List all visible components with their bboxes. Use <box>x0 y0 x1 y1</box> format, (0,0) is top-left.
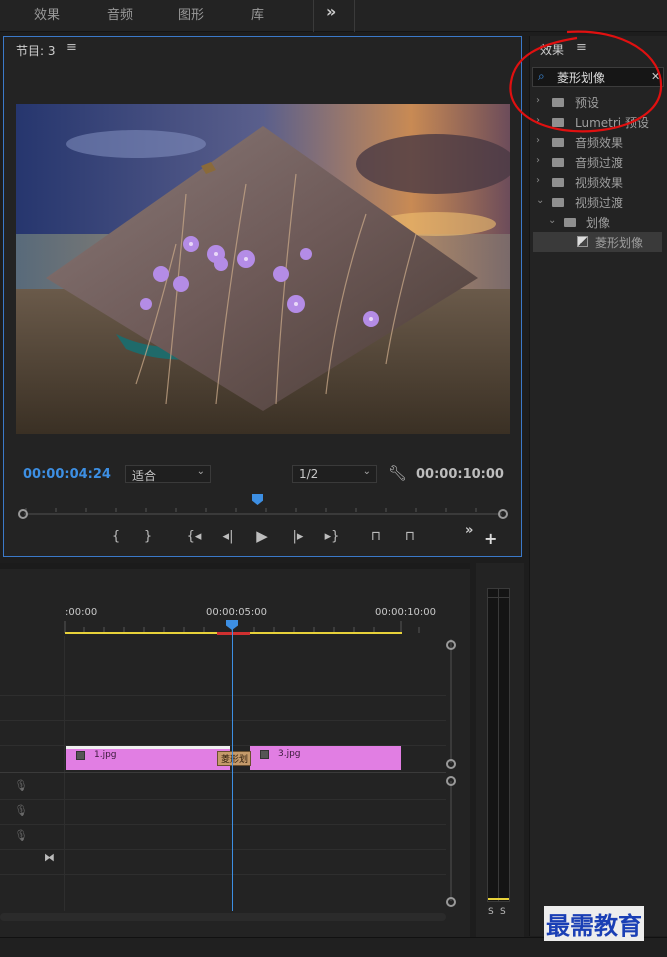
overflow-icon[interactable]: » <box>465 523 473 538</box>
clip-name: 1.jpg <box>94 750 117 760</box>
collapse-arrow-icon[interactable]: ⌄ <box>548 215 556 226</box>
folder-icon <box>552 138 564 147</box>
play-icon[interactable]: ▶ <box>252 527 272 545</box>
timeline-playhead-line <box>232 629 233 911</box>
master-track-icon[interactable]: ⧓ <box>44 851 55 864</box>
tree-item-label: 菱形划像 <box>595 236 644 250</box>
track-separator <box>0 849 446 850</box>
folder-icon <box>552 178 564 187</box>
step-back-icon[interactable]: ◂| <box>218 529 238 544</box>
transition-icon <box>577 236 588 247</box>
workspace-separator <box>313 0 314 32</box>
workspace-separator <box>354 0 355 32</box>
tree-item-label: 视频效果 <box>575 176 624 190</box>
workspace-tab-audio[interactable]: 音频 <box>107 4 133 23</box>
video-audio-divider <box>0 772 446 773</box>
track-separator <box>0 720 446 721</box>
workspace-tab-graphics[interactable]: 图形 <box>178 4 204 23</box>
meter-level <box>488 898 509 900</box>
track-header-divider <box>64 636 65 911</box>
tree-item-video-transitions[interactable]: ⌄ 视频过渡 <box>530 192 667 212</box>
resolution-dropdown-value: 1/2 <box>299 467 319 481</box>
lift-icon[interactable]: ⊓ <box>366 529 386 544</box>
audio-meter-panel: S S <box>476 563 524 937</box>
track-separator <box>0 874 446 875</box>
meter-divider <box>498 588 499 902</box>
panel-divider <box>0 563 470 569</box>
tree-item-video-effects[interactable]: › 视频效果 <box>530 172 667 192</box>
expand-arrow-icon[interactable]: › <box>536 175 540 186</box>
current-timecode[interactable]: 00:00:04:24 <box>23 467 111 482</box>
duration-timecode: 00:00:10:00 <box>416 467 504 482</box>
program-monitor-panel: 节目: 3 ≡ 00:00:04:24 适合 ⌄ 1/2 ⌄ 🔧︎ 00:00:… <box>3 36 522 557</box>
tree-item-iris-diamond[interactable]: 菱形划像 <box>533 232 662 252</box>
tree-item-label: 音频过渡 <box>575 156 624 170</box>
ruler-ticks <box>25 508 477 512</box>
timeline-panel: :00:00 00:00:05:00 00:00:10:00 1.jpg 3.j… <box>0 563 470 937</box>
track-separator <box>0 824 446 825</box>
scroll-handle-top[interactable] <box>446 640 456 650</box>
chevron-down-icon: ⌄ <box>362 466 371 477</box>
scroll-handle-top[interactable] <box>446 776 456 786</box>
microphone-icon[interactable]: 🎙︎ <box>14 779 28 792</box>
clip-3[interactable]: 3.jpg <box>250 746 401 770</box>
tree-item-label: 划像 <box>586 216 611 230</box>
fit-dropdown[interactable]: 适合 ⌄ <box>125 465 211 483</box>
annotation-circle <box>509 30 663 133</box>
ruler-label-mid: 00:00:05:00 <box>206 607 268 618</box>
workspace-overflow-icon[interactable]: » <box>326 2 336 21</box>
solo-button-left[interactable]: S <box>488 907 494 917</box>
track-separator <box>0 695 446 696</box>
transition-clip[interactable]: 菱形划 <box>217 751 251 766</box>
fx-badge-icon <box>260 750 269 759</box>
tree-item-audio-transitions[interactable]: › 音频过渡 <box>530 152 667 172</box>
step-forward-icon[interactable]: |▸ <box>288 529 308 544</box>
scroll-handle-bottom[interactable] <box>446 759 456 769</box>
folder-icon <box>552 158 564 167</box>
time-ruler[interactable] <box>16 501 510 512</box>
watermark-logo: 最需教育 <box>544 906 644 941</box>
clip-1[interactable]: 1.jpg <box>66 746 230 770</box>
go-to-in-icon[interactable]: {◂ <box>184 529 204 544</box>
clip-name: 3.jpg <box>278 749 301 759</box>
zoom-scrollbar[interactable] <box>24 513 502 515</box>
mark-out-icon[interactable]: } <box>138 529 158 544</box>
ruler-label-end: 00:00:10:00 <box>375 607 437 618</box>
folder-icon <box>552 198 564 207</box>
expand-arrow-icon[interactable]: › <box>536 155 540 166</box>
mark-in-icon[interactable]: { <box>106 529 126 544</box>
fit-dropdown-value: 适合 <box>132 469 157 483</box>
extract-icon[interactable]: ⊓ <box>400 529 420 544</box>
panel-menu-icon[interactable]: ≡ <box>66 40 77 55</box>
program-monitor-title[interactable]: 节目: 3 <box>16 42 56 59</box>
collapse-arrow-icon[interactable]: ⌄ <box>536 195 544 206</box>
program-video-frame[interactable] <box>16 104 510 434</box>
video-track-scrollbar[interactable] <box>450 639 452 763</box>
zoom-handle-left[interactable] <box>18 509 28 519</box>
audio-track-scrollbar[interactable] <box>450 781 452 901</box>
chevron-down-icon: ⌄ <box>196 466 205 477</box>
microphone-icon[interactable]: 🎙︎ <box>14 804 28 817</box>
workspace-tab-libraries[interactable]: 库 <box>251 4 264 23</box>
zoom-handle-right[interactable] <box>498 509 508 519</box>
effects-panel: 效果 ≡ ⌕ ✕ › 预设 › Lumetri 预设 › 音频效果 › 音频过渡… <box>529 36 667 936</box>
tree-item-iris[interactable]: ⌄ 划像 <box>530 212 667 232</box>
fx-badge-icon <box>76 751 85 760</box>
video-image <box>16 104 510 434</box>
wrench-icon[interactable]: 🔧︎ <box>388 464 407 482</box>
render-bar <box>217 632 250 635</box>
horizontal-scrollbar[interactable] <box>0 913 446 921</box>
folder-icon <box>564 218 576 227</box>
add-button-icon[interactable]: + <box>484 529 497 548</box>
scroll-handle-bottom[interactable] <box>446 897 456 907</box>
resolution-dropdown[interactable]: 1/2 ⌄ <box>292 465 377 483</box>
microphone-icon[interactable]: 🎙︎ <box>14 829 28 842</box>
go-to-out-icon[interactable]: ▸} <box>322 529 342 544</box>
workspace-tab-effects[interactable]: 效果 <box>34 4 60 23</box>
meter-peak-line <box>488 597 509 598</box>
track-separator <box>0 799 446 800</box>
ruler-label-start: :00:00 <box>65 607 98 618</box>
tree-item-label: 视频过渡 <box>575 196 624 210</box>
solo-button-right[interactable]: S <box>500 907 506 917</box>
